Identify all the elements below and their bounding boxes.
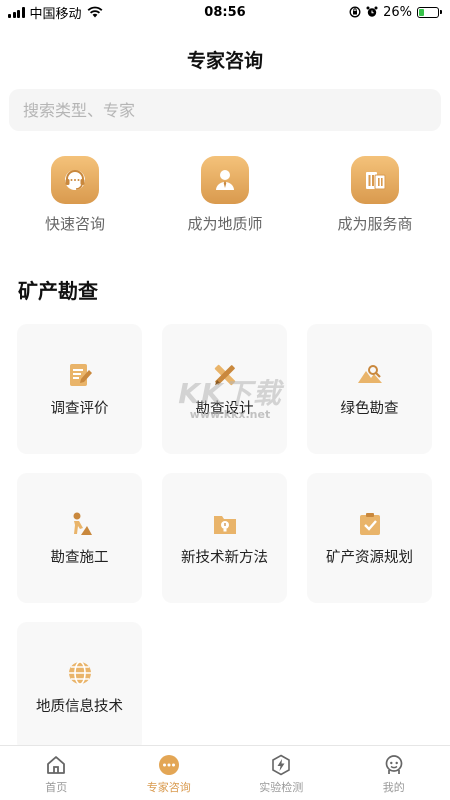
category-label: 绿色勘查 — [340, 400, 399, 417]
category-label: 矿产资源规划 — [326, 549, 413, 566]
document-pen-icon — [66, 361, 94, 389]
orientation-lock-icon — [349, 6, 361, 18]
carrier-label: 中国移动 — [29, 6, 82, 22]
worker-icon — [66, 510, 94, 538]
mountain-search-icon — [356, 361, 384, 389]
tab-label: 实验检测 — [259, 781, 304, 794]
category-label: 地质信息技术 — [36, 698, 123, 715]
category-card-new-technology[interactable]: 新技术新方法 — [162, 473, 287, 603]
ruler-pencil-icon — [211, 361, 239, 389]
category-card-exploration-design[interactable]: 勘查设计 — [162, 324, 287, 454]
quick-action-label: 成为地质师 — [187, 215, 263, 233]
home-icon — [45, 754, 67, 776]
profile-icon — [383, 754, 405, 776]
person-icon — [201, 156, 249, 204]
tab-expert-consult[interactable]: 专家咨询 — [113, 746, 226, 800]
category-grid: 调查评价 勘查设计 绿色勘查 勘查施工 新技术新方法 矿产资源规划 地质信息技术 — [17, 324, 433, 752]
category-label: 勘查设计 — [195, 400, 254, 417]
quick-actions: 快速咨询 成为地质师 成为服务商 — [0, 156, 450, 234]
category-card-geo-info-tech[interactable]: 地质信息技术 — [17, 622, 142, 752]
status-left: 中国移动 — [8, 3, 103, 22]
category-label: 调查评价 — [50, 400, 109, 417]
headset-icon — [51, 156, 99, 204]
lightning-icon — [270, 754, 292, 776]
become-geologist-button[interactable]: 成为地质师 — [150, 156, 300, 234]
battery-icon — [417, 6, 442, 18]
section-title: 矿产勘查 — [18, 279, 98, 303]
tab-label: 我的 — [382, 781, 405, 794]
signal-icon — [8, 6, 25, 18]
tab-bar: 首页 专家咨询 实验检测 我的 — [0, 745, 450, 800]
quick-action-label: 成为服务商 — [337, 215, 413, 233]
wifi-icon — [87, 6, 102, 18]
tab-home[interactable]: 首页 — [0, 746, 113, 800]
building-icon — [351, 156, 399, 204]
tab-label: 专家咨询 — [146, 781, 191, 794]
tab-mine[interactable]: 我的 — [338, 746, 450, 800]
category-label: 勘查施工 — [50, 549, 109, 566]
tab-lab-testing[interactable]: 实验检测 — [225, 746, 338, 800]
category-label: 新技术新方法 — [181, 549, 268, 566]
globe-icon — [66, 659, 94, 687]
status-bar: 中国移动 08:56 26% — [0, 0, 450, 24]
category-card-exploration-construction[interactable]: 勘查施工 — [17, 473, 142, 603]
search-input[interactable] — [23, 100, 441, 120]
battery-percent: 26% — [383, 4, 412, 20]
category-card-resource-planning[interactable]: 矿产资源规划 — [307, 473, 432, 603]
category-card-survey-evaluation[interactable]: 调查评价 — [17, 324, 142, 454]
clipboard-check-icon — [356, 510, 384, 538]
folder-bulb-icon — [211, 510, 239, 538]
category-card-green-exploration[interactable]: 绿色勘查 — [307, 324, 432, 454]
chat-dots-icon — [158, 754, 180, 776]
tab-label: 首页 — [45, 781, 68, 794]
quick-consult-button[interactable]: 快速咨询 — [0, 156, 150, 234]
page-title: 专家咨询 — [186, 50, 263, 72]
quick-action-label: 快速咨询 — [44, 215, 105, 233]
status-right: 26% — [349, 5, 442, 20]
alarm-icon — [366, 6, 378, 17]
search-bar[interactable] — [9, 89, 441, 131]
become-provider-button[interactable]: 成为服务商 — [300, 156, 450, 234]
